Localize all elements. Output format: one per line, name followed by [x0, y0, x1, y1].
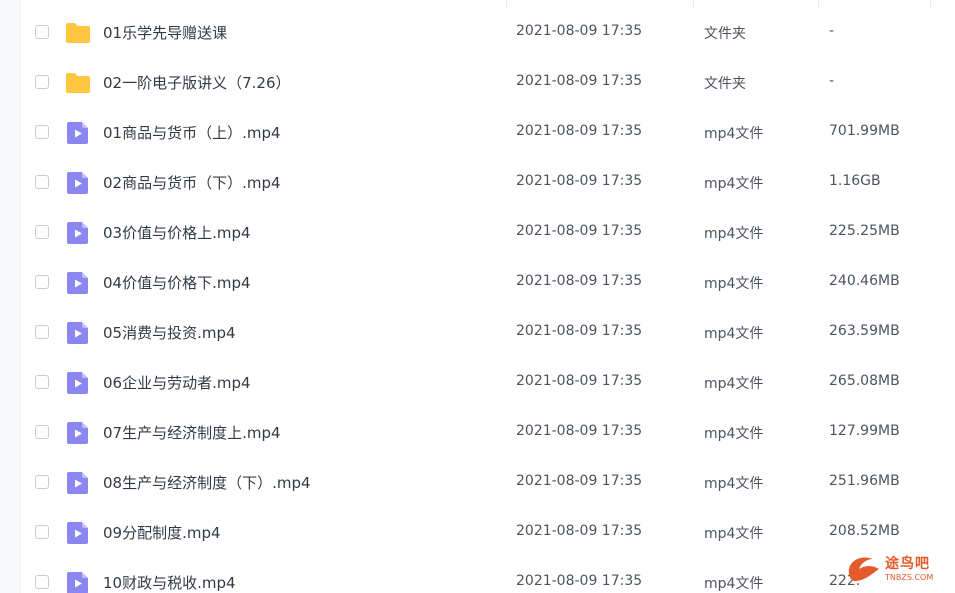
- file-type: mp4文件: [704, 176, 764, 192]
- file-date: 2021-08-09 17:35: [516, 373, 643, 389]
- file-date: 2021-08-09 17:35: [516, 73, 643, 89]
- file-name[interactable]: 06企业与劳动者.mp4: [103, 372, 251, 393]
- watermark-title: 途鸟吧: [885, 556, 930, 572]
- left-gutter: [0, 0, 21, 593]
- file-type: mp4文件: [704, 226, 764, 242]
- file-date: 2021-08-09 17:35: [516, 473, 643, 489]
- video-file-icon: [65, 421, 91, 445]
- file-name[interactable]: 10财政与税收.mp4: [103, 572, 236, 593]
- file-type: mp4文件: [704, 476, 764, 492]
- row-checkbox[interactable]: [35, 25, 49, 39]
- file-size: 701.99MB: [829, 123, 900, 139]
- file-size: -: [829, 23, 835, 39]
- file-date: 2021-08-09 17:35: [516, 273, 643, 289]
- file-row[interactable]: 08生产与经济制度（下）.mp4 2021-08-09 17:35 mp4文件 251…: [21, 458, 955, 508]
- file-date: 2021-08-09 17:35: [516, 23, 643, 39]
- video-file-icon: [65, 571, 91, 593]
- file-row[interactable]: 09分配制度.mp4 2021-08-09 17:35 mp4文件 208.52MB: [21, 508, 955, 558]
- file-row[interactable]: 05消费与投资.mp4 2021-08-09 17:35 mp4文件 263.59MB: [21, 308, 955, 358]
- bird-logo-icon: [848, 557, 879, 581]
- file-size: 127.99MB: [829, 423, 900, 439]
- file-date: 2021-08-09 17:35: [516, 173, 643, 189]
- video-file-icon: [65, 271, 91, 295]
- file-type: mp4文件: [704, 276, 764, 292]
- file-row[interactable]: 02一阶电子版讲义（7.26） 2021-08-09 17:35 文件夹 -: [21, 58, 955, 108]
- file-date: 2021-08-09 17:35: [516, 423, 643, 439]
- file-size: 251.96MB: [829, 473, 900, 489]
- file-type: 文件夹: [704, 76, 746, 92]
- file-size: 208.52MB: [829, 523, 900, 539]
- row-checkbox[interactable]: [35, 525, 49, 539]
- row-checkbox[interactable]: [35, 75, 49, 89]
- folder-icon: [65, 21, 91, 45]
- file-size: -: [829, 73, 835, 89]
- video-file-icon: [65, 121, 91, 145]
- file-row[interactable]: 02商品与货币（下）.mp4 2021-08-09 17:35 mp4文件 1.16G…: [21, 158, 955, 208]
- file-manager-page: 01乐学先导赠送课 2021-08-09 17:35 文件夹 -02一阶电子版讲义（7…: [0, 0, 955, 593]
- watermark-subtitle: TNBZS.COM: [885, 573, 934, 582]
- file-name[interactable]: 07生产与经济制度上.mp4: [103, 422, 281, 443]
- file-row[interactable]: 04价值与价格下.mp4 2021-08-09 17:35 mp4文件 240.46M…: [21, 258, 955, 308]
- file-date: 2021-08-09 17:35: [516, 323, 643, 339]
- file-type: mp4文件: [704, 426, 764, 442]
- file-date: 2021-08-09 17:35: [516, 573, 643, 589]
- file-name[interactable]: 02商品与货币（下）.mp4: [103, 172, 281, 193]
- file-row[interactable]: 10财政与税收.mp4 2021-08-09 17:35 mp4文件 222.: [21, 558, 955, 593]
- folder-icon: [65, 71, 91, 95]
- file-type: mp4文件: [704, 576, 764, 592]
- file-type: mp4文件: [704, 526, 764, 542]
- file-row[interactable]: 03价值与价格上.mp4 2021-08-09 17:35 mp4文件 225.25M…: [21, 208, 955, 258]
- row-checkbox[interactable]: [35, 475, 49, 489]
- file-date: 2021-08-09 17:35: [516, 223, 643, 239]
- file-name[interactable]: 08生产与经济制度（下）.mp4: [103, 472, 311, 493]
- video-file-icon: [65, 471, 91, 495]
- file-type: mp4文件: [704, 326, 764, 342]
- video-file-icon: [65, 521, 91, 545]
- file-date: 2021-08-09 17:35: [516, 123, 643, 139]
- row-checkbox[interactable]: [35, 325, 49, 339]
- file-name[interactable]: 01商品与货币（上）.mp4: [103, 122, 281, 143]
- file-name[interactable]: 05消费与投资.mp4: [103, 322, 236, 343]
- file-type: mp4文件: [704, 376, 764, 392]
- watermark-logo: 途鸟吧 TNBZS.COM: [845, 549, 949, 589]
- file-size: 1.16GB: [829, 173, 881, 189]
- file-name[interactable]: 04价值与价格下.mp4: [103, 272, 251, 293]
- file-date: 2021-08-09 17:35: [516, 523, 643, 539]
- file-type: mp4文件: [704, 126, 764, 142]
- file-size: 240.46MB: [829, 273, 900, 289]
- file-size: 265.08MB: [829, 373, 900, 389]
- column-divider-type[interactable]: [693, 0, 694, 7]
- row-checkbox[interactable]: [35, 225, 49, 239]
- file-list: 01乐学先导赠送课 2021-08-09 17:35 文件夹 -02一阶电子版讲义（7…: [21, 8, 955, 593]
- file-row[interactable]: 01商品与货币（上）.mp4 2021-08-09 17:35 mp4文件 701.9…: [21, 108, 955, 158]
- video-file-icon: [65, 171, 91, 195]
- row-checkbox[interactable]: [35, 375, 49, 389]
- file-name[interactable]: 09分配制度.mp4: [103, 522, 221, 543]
- file-row[interactable]: 01乐学先导赠送课 2021-08-09 17:35 文件夹 -: [21, 8, 955, 58]
- file-name[interactable]: 03价值与价格上.mp4: [103, 222, 251, 243]
- file-size: 263.59MB: [829, 323, 900, 339]
- file-row[interactable]: 06企业与劳动者.mp4 2021-08-09 17:35 mp4文件 265.08M…: [21, 358, 955, 408]
- row-checkbox[interactable]: [35, 175, 49, 189]
- file-name[interactable]: 01乐学先导赠送课: [103, 22, 227, 43]
- file-type: 文件夹: [704, 26, 746, 42]
- video-file-icon: [65, 321, 91, 345]
- row-checkbox[interactable]: [35, 425, 49, 439]
- video-file-icon: [65, 371, 91, 395]
- file-size: 225.25MB: [829, 223, 900, 239]
- row-checkbox[interactable]: [35, 275, 49, 289]
- row-checkbox[interactable]: [35, 575, 49, 589]
- column-divider-date[interactable]: [506, 0, 507, 7]
- video-file-icon: [65, 221, 91, 245]
- file-name[interactable]: 02一阶电子版讲义（7.26）: [103, 72, 291, 93]
- file-row[interactable]: 07生产与经济制度上.mp4 2021-08-09 17:35 mp4文件 127.9…: [21, 408, 955, 458]
- column-divider-end[interactable]: [930, 0, 931, 7]
- column-divider-size[interactable]: [818, 0, 819, 7]
- row-checkbox[interactable]: [35, 125, 49, 139]
